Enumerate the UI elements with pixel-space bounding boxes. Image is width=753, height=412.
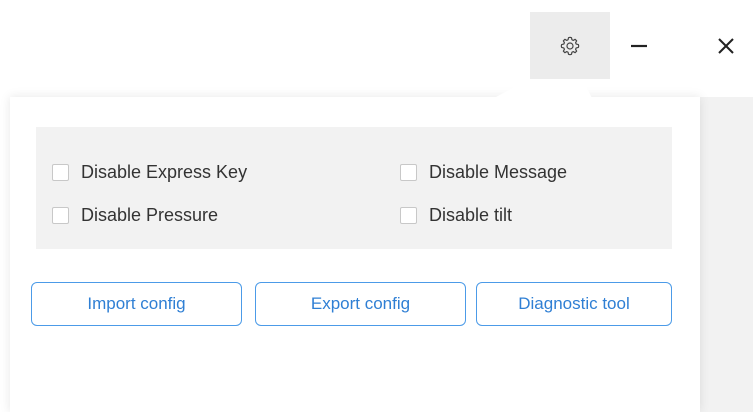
option-disable-express-key[interactable]: Disable Express Key (52, 162, 247, 183)
option-disable-tilt[interactable]: Disable tilt (400, 205, 512, 226)
option-label: Disable tilt (429, 205, 513, 225)
close-button[interactable] (705, 12, 747, 79)
checkbox[interactable] (400, 207, 417, 224)
checkbox[interactable] (52, 207, 69, 224)
option-disable-pressure[interactable]: Disable Pressure (52, 205, 218, 226)
export-config-button[interactable]: Export config (255, 282, 466, 326)
background-panel (700, 97, 753, 412)
checkbox[interactable] (400, 164, 417, 181)
option-label: Disable Pressure (81, 205, 219, 225)
import-config-button[interactable]: Import config (31, 282, 242, 326)
option-label: Disable Express Key (81, 162, 248, 182)
option-disable-message[interactable]: Disable Message (400, 162, 567, 183)
options-panel (36, 127, 672, 249)
minimize-button[interactable] (618, 12, 660, 79)
minimize-icon (631, 44, 647, 47)
checkbox[interactable] (52, 164, 69, 181)
settings-button[interactable] (530, 12, 610, 79)
close-icon (718, 37, 734, 54)
gear-icon (560, 36, 580, 55)
popup-arrow (494, 79, 592, 98)
diagnostic-tool-button[interactable]: Diagnostic tool (476, 282, 672, 326)
option-label: Disable Message (429, 162, 568, 182)
app-window: Disable Express Key Disable Message Disa… (0, 0, 753, 412)
